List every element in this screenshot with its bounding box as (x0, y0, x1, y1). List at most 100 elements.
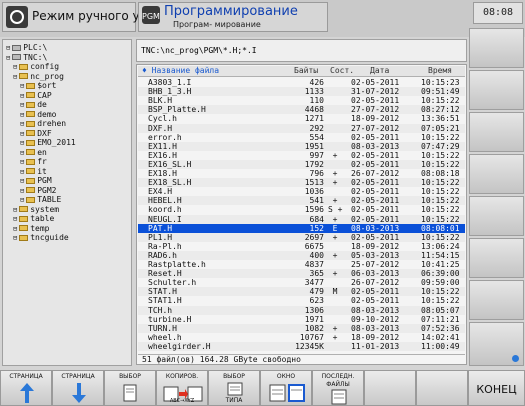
tree-item[interactable]: ⊟ system (13, 205, 59, 214)
column-date-header[interactable]: Дата (370, 66, 389, 76)
file-list[interactable]: ♦ Название файла Байты Сост. Дата Время … (136, 64, 467, 365)
file-row[interactable]: BLK.H 110 02-05-2011 10:15:22 (138, 96, 465, 105)
tree-item[interactable]: ⊟ table (13, 214, 54, 223)
clock-display: 08:08 (473, 2, 523, 24)
file-row[interactable]: turbine.H 1971 09-10-2012 07:11:21 (138, 315, 465, 324)
tree-item[interactable]: ⊟ TNC:\ (6, 53, 47, 62)
collapse-icon[interactable]: ⊟ (13, 73, 17, 82)
file-name-cell: koord.h (148, 205, 182, 215)
select-button[interactable]: ВЫБОР (104, 370, 156, 406)
free-space-status: 51 файл(ов) 164.28 GByte свободно (138, 354, 465, 365)
tree-item[interactable]: ⊟ drehen (20, 119, 66, 128)
empty-softkey-2[interactable] (416, 370, 468, 406)
column-name-header[interactable]: ♦ Название файла (142, 66, 219, 76)
tree-item[interactable]: ⊟ TABLE (20, 195, 61, 204)
empty-softkey-1[interactable] (364, 370, 416, 406)
file-date-cell: 02-05-2011 (351, 187, 400, 197)
side-softkey-8[interactable] (469, 322, 524, 366)
file-row[interactable]: Rastplatte.h 4837 25-07-2012 10:41:25 (138, 260, 465, 269)
side-softkey-2[interactable] (469, 70, 524, 110)
tree-item[interactable]: ⊟ EMO_2011 (20, 138, 76, 147)
file-row[interactable]: Reset.H 365 +06-03-2013 06:39:00 (138, 269, 465, 279)
program-mode-panel[interactable]: PGM Программирование Програм- мирование (138, 2, 328, 32)
file-name-cell: NEUGL.I (148, 214, 182, 224)
file-row[interactable]: DXF.H 292 27-07-2012 07:05:21 (138, 123, 465, 133)
tree-item[interactable]: ⊟ CAP (20, 91, 52, 100)
file-name-cell: TCH.h (148, 305, 173, 315)
side-softkey-5[interactable] (469, 196, 524, 236)
window-button[interactable]: ОКНО (260, 370, 312, 406)
side-softkey-1[interactable] (469, 28, 524, 68)
tree-item[interactable]: ⊟ temp (13, 224, 49, 233)
file-time-cell: 11:54:15 (421, 250, 460, 260)
file-row[interactable]: EX16.H 997 +02-05-2011 10:15:22 (138, 151, 465, 160)
column-size-header[interactable]: Байты (294, 66, 318, 76)
copy-button[interactable]: КОПИРОВ. ABC→XYZ (156, 370, 208, 406)
tree-item[interactable]: ⊟ DXF (20, 129, 52, 138)
column-time-header[interactable]: Время (428, 66, 452, 76)
file-row[interactable]: STAT1.H 623 02-05-2011 10:15:22 (138, 296, 465, 305)
side-softkey-7[interactable] (469, 280, 524, 320)
file-row[interactable]: EX16_SL.H 1792 02-05-2011 10:15:22 (138, 159, 465, 169)
file-time-cell: 08:05:07 (421, 305, 460, 315)
file-row[interactable]: Cycl.h 1271 18-09-2012 13:36:51 (138, 114, 465, 123)
file-row[interactable]: EX4.H 1036 02-05-2011 10:15:22 (138, 187, 465, 196)
tree-item[interactable]: ⊟ demo (20, 110, 56, 119)
file-row[interactable]: EX18.H 796 +26-07-2012 08:08:18 (138, 169, 465, 178)
file-row[interactable]: RAD6.h 400 +05-03-2013 11:54:15 (138, 250, 465, 260)
tree-item[interactable]: ⊟ PGM2 (20, 186, 56, 195)
tree-item[interactable]: ⊟ it (20, 167, 47, 176)
file-date-cell: 02-05-2011 (351, 96, 400, 106)
tree-item[interactable]: ⊟ nc_prog (13, 72, 64, 81)
file-row[interactable]: koord.h 1596 S + 02-05-2011 10:15:22 (138, 205, 465, 214)
file-row[interactable]: EX11.H 1951 08-03-2013 07:47:29 (138, 141, 465, 151)
file-row[interactable]: Schulter.h 3477 26-07-2012 09:59:00 (138, 278, 465, 287)
file-row[interactable]: NEUGL.I 684 +02-05-2011 10:15:22 (138, 214, 465, 224)
select-type-label: ВЫБОР (223, 373, 245, 380)
machine-mode-panel[interactable]: Режим ручного упра... (2, 2, 174, 32)
collapse-icon[interactable]: ⊟ (13, 234, 17, 243)
file-row[interactable]: TURN.H 1082 +08-03-2013 07:52:36 (138, 323, 465, 333)
tree-item[interactable]: ⊟ tncguide (13, 233, 69, 242)
file-date-cell: 02-05-2011 (351, 178, 400, 188)
file-row[interactable]: HEBEL.H 541 +02-05-2011 10:15:22 (138, 196, 465, 206)
select-label: ВЫБОР (119, 373, 141, 380)
file-row[interactable]: STAT.H 479 M 02-05-2011 10:15:22 (138, 287, 465, 297)
tree-item[interactable]: ⊟ $ort (20, 81, 56, 90)
file-row[interactable]: PAT.H 152 E 08-03-2013 08:08:01 (138, 223, 465, 233)
file-row[interactable]: TCH.h 1306 08-03-2013 08:05:07 (138, 305, 465, 315)
file-row[interactable]: BHB_1_3.H 1133 31-07-2012 09:51:49 (138, 87, 465, 97)
file-row[interactable]: error.h 554 02-05-2011 10:15:22 (138, 133, 465, 142)
file-size-cell: 110 (309, 96, 324, 106)
file-row[interactable]: wheel.h 10767 +18-09-2012 14:02:41 (138, 333, 465, 342)
column-status-header[interactable]: Сост. (330, 66, 354, 76)
file-row[interactable]: BSP_Platte.H 4468 27-07-2012 08:27:12 (138, 105, 465, 115)
programming-mode-icon: PGM (142, 6, 160, 24)
tree-item[interactable]: ⊟ PLC:\ (6, 43, 47, 52)
file-name-cell: PL1.H (148, 232, 173, 242)
tree-item-label: en (37, 147, 47, 157)
select-type-button[interactable]: ВЫБОР ТИПА (208, 370, 260, 406)
tree-item[interactable]: ⊟ en (20, 148, 47, 157)
file-row[interactable]: A3803_1.I 426 02-05-2011 10:15:23 (138, 78, 465, 87)
page-down-button[interactable]: СТРАНИЦА (52, 370, 104, 406)
file-row[interactable]: PL1.H 2697 +02-05-2011 10:15:22 (138, 232, 465, 242)
collapse-icon[interactable]: ⊟ (6, 54, 10, 63)
tree-item[interactable]: ⊟ config (13, 62, 59, 71)
page-up-label: СТРАНИЦА (9, 373, 43, 380)
page-up-button[interactable]: СТРАНИЦА (0, 370, 52, 406)
tree-item[interactable]: ⊟ PGM (20, 176, 52, 185)
file-row[interactable]: EX18_SL.H 1513 +02-05-2011 10:15:22 (138, 178, 465, 188)
tree-item[interactable]: ⊟ fr (20, 157, 47, 166)
side-softkey-3[interactable] (469, 112, 524, 152)
file-name-cell: EX16_SL.H (148, 159, 192, 169)
end-button[interactable]: КОНЕЦ (468, 370, 525, 406)
directory-tree[interactable]: ⊟ PLC:\ ⊟ TNC:\ ⊟ config ⊟ nc_prog ⊟ $ort ⊟ CAP ⊟ de ⊟… (2, 39, 132, 366)
side-softkey-6[interactable] (469, 238, 524, 278)
side-softkey-4[interactable] (469, 154, 524, 194)
tree-item[interactable]: ⊟ de (20, 100, 47, 109)
file-row[interactable]: wheelgirder.H 12345K 11-01-2013 11:00:49 (138, 341, 465, 351)
recent-files-button[interactable]: ПОСЛЕДН. ФАЙЛЫ (312, 370, 364, 406)
file-row[interactable]: Ra-Pl.h 6675 18-09-2012 13:06:24 (138, 242, 465, 251)
file-time-cell: 10:15:22 (421, 214, 460, 224)
